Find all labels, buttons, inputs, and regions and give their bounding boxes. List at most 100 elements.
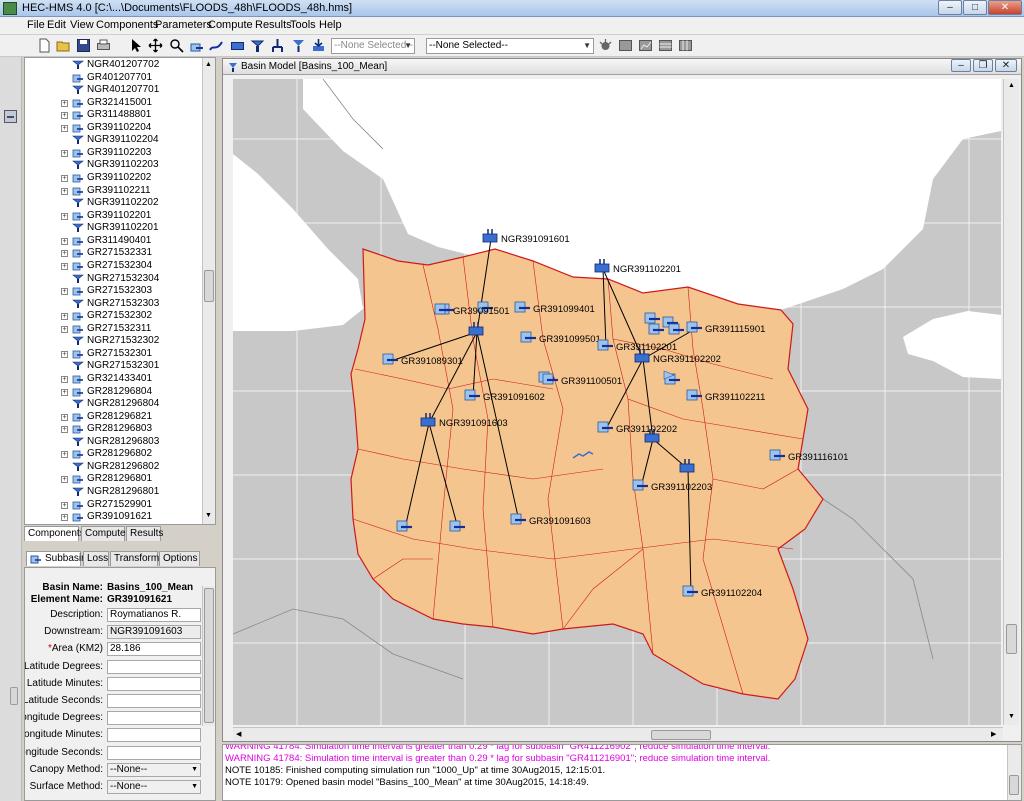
map-scroll-down-icon[interactable]: ▼ (1008, 713, 1015, 720)
element-label[interactable]: NGR391091603 (439, 418, 508, 429)
expand-icon[interactable]: + (61, 175, 68, 183)
reach-tool-icon[interactable] (209, 38, 224, 53)
element-graph-icon[interactable] (638, 38, 653, 53)
tree-item[interactable]: + GR281296803 (25, 423, 201, 436)
summary-table-icon[interactable] (658, 38, 673, 53)
prop-field[interactable]: NGR391091603 (107, 625, 201, 640)
tree-item[interactable]: + GR311488801 (25, 109, 201, 122)
tree-item[interactable]: NGR271532302 (25, 335, 201, 348)
element-label[interactable]: GR391116101 (788, 452, 848, 463)
expand-icon[interactable]: + (61, 413, 68, 421)
tree-item[interactable]: + GR391102201 (25, 210, 201, 223)
log-scroll-thumb[interactable] (1009, 775, 1019, 795)
element-selector[interactable]: --None Selected-- ▼ (426, 38, 594, 54)
map-vscroll-thumb[interactable] (1006, 624, 1017, 654)
tab-results[interactable]: Results (126, 526, 163, 541)
expand-icon[interactable]: + (61, 350, 68, 358)
run-selector[interactable]: --None Selected-- ▼ (331, 38, 415, 54)
tab-compute[interactable]: Compute (81, 526, 126, 541)
tree-item[interactable]: NGR271532304 (25, 273, 201, 286)
pan-icon[interactable] (148, 38, 163, 53)
tree-item[interactable]: NGR281296802 (25, 461, 201, 474)
prop-field[interactable] (107, 728, 201, 743)
menu-parameters[interactable]: Parameters (155, 19, 212, 31)
tree-item[interactable]: + GR271532301 (25, 348, 201, 361)
tree-item[interactable]: NGR391102201 (25, 222, 201, 235)
expand-icon[interactable]: + (61, 99, 68, 107)
tree-item[interactable]: + GR321415001 (25, 97, 201, 110)
menu-edit[interactable]: Edit (47, 19, 66, 31)
tree-item[interactable]: NGR271532301 (25, 360, 201, 373)
inner-minimize-button[interactable]: – (951, 59, 971, 72)
tree-item[interactable]: + GR271532331 (25, 247, 201, 260)
tab-transform[interactable]: Transform (110, 551, 159, 566)
open-folder-icon[interactable] (56, 38, 71, 53)
map-vscrollbar[interactable]: ▲ ▼ (1003, 79, 1019, 725)
tree-item[interactable]: GR401207701 (25, 72, 201, 85)
menu-results[interactable]: Results (255, 19, 292, 31)
tree-item[interactable]: + GR271529901 (25, 499, 201, 512)
tree-item[interactable]: + GR281296804 (25, 386, 201, 399)
expand-icon[interactable]: + (61, 124, 68, 132)
element-label[interactable]: GR391099401 (533, 304, 595, 315)
expand-icon[interactable]: + (61, 376, 68, 383)
tree-item[interactable]: + GR281296821 (25, 411, 201, 424)
element-label[interactable]: GR391102202 (616, 424, 677, 435)
element-label[interactable]: NGR391102201 (613, 264, 681, 275)
element-label[interactable]: NGR391102202 (653, 354, 721, 365)
element-label[interactable]: GR391102204 (701, 588, 762, 599)
tab-loss[interactable]: Loss (83, 551, 109, 566)
menu-tools[interactable]: Tools (290, 19, 316, 31)
scroll-down-icon[interactable]: ▼ (205, 512, 212, 519)
time-series-icon[interactable] (678, 38, 693, 53)
tree-item[interactable]: NGR391102203 (25, 159, 201, 172)
menu-components[interactable]: Components (96, 19, 158, 31)
expand-icon[interactable]: + (61, 501, 68, 509)
prop-field[interactable]: 28.186 (107, 642, 201, 657)
element-label[interactable]: GR391102203 (651, 482, 712, 493)
prop-field[interactable] (107, 659, 201, 674)
tree-item[interactable]: + GR321433401 (25, 373, 201, 386)
tree-scrollbar[interactable]: ▲ ▼ (202, 58, 215, 524)
expand-icon[interactable]: + (61, 388, 68, 396)
prop-field[interactable]: --None-- ▼ (107, 780, 201, 794)
global-summary-icon[interactable] (618, 38, 633, 53)
tree-item[interactable]: + GR271532303 (25, 285, 201, 298)
map-hscrollbar[interactable]: ◀ ▶ (233, 727, 1003, 741)
prop-field[interactable] (107, 676, 201, 691)
menu-help[interactable]: Help (319, 19, 342, 31)
expand-icon[interactable]: + (61, 187, 68, 195)
compute-icon[interactable] (598, 38, 613, 53)
element-label[interactable]: GR391091602 (483, 392, 545, 403)
zoom-icon[interactable] (169, 38, 184, 53)
sink-tool-icon[interactable] (311, 38, 326, 53)
props-scroll-thumb[interactable] (204, 588, 214, 723)
prop-field[interactable] (107, 694, 201, 708)
tree-item[interactable]: + GR391102204 (25, 122, 201, 135)
map-scroll-right-icon[interactable]: ▶ (991, 730, 996, 738)
tree-scroll-thumb[interactable] (204, 270, 214, 302)
tree-item[interactable]: NGR281296801 (25, 486, 201, 499)
tree-item[interactable]: + GR271532311 (25, 323, 201, 336)
element-label[interactable]: GR391091603 (529, 516, 591, 527)
print-icon[interactable] (96, 38, 111, 53)
expand-icon[interactable]: + (61, 514, 68, 522)
menu-view[interactable]: View (70, 19, 94, 31)
expand-icon[interactable]: + (61, 426, 68, 434)
save-icon[interactable] (76, 38, 91, 53)
tree-item[interactable]: + GR391102203 (25, 147, 201, 160)
prop-field[interactable]: Roymatianos R. (107, 608, 201, 622)
tree-item[interactable]: + GR391091621 (25, 511, 201, 524)
menu-file[interactable]: File (27, 19, 45, 31)
menu-compute[interactable]: Compute (208, 19, 253, 31)
subbasin-tool-icon[interactable] (189, 38, 204, 53)
tree-item[interactable]: + GR391102202 (25, 172, 201, 185)
tree-item[interactable]: NGR281296803 (25, 436, 201, 449)
expand-icon[interactable]: + (61, 451, 68, 459)
expand-icon[interactable]: + (61, 237, 68, 245)
watershed-explorer-icon[interactable] (3, 109, 18, 124)
props-scrollbar[interactable] (202, 586, 215, 726)
diversion-tool-icon[interactable] (270, 38, 285, 53)
maximize-button[interactable]: □ (963, 0, 987, 15)
source-tool-icon[interactable] (291, 38, 306, 53)
